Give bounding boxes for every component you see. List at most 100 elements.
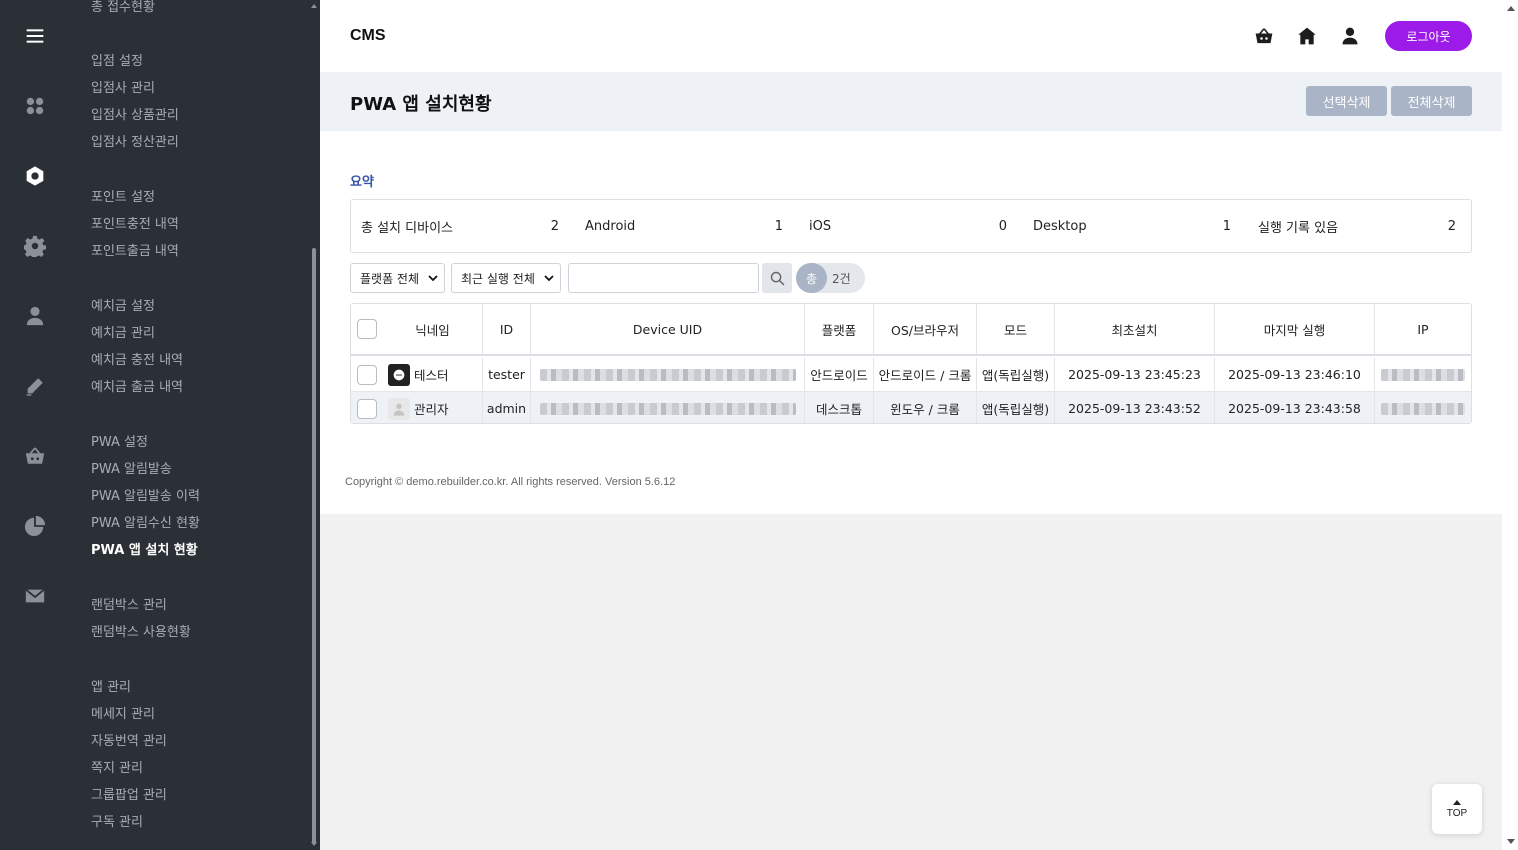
menu-item[interactable]: 포인트충전 내역 (91, 213, 179, 232)
column-header[interactable]: 마지막 실행 (1215, 304, 1375, 354)
redacted-ip (1381, 368, 1465, 381)
avatar (388, 397, 410, 420)
summary-ios: iOS 0 (809, 200, 1007, 252)
basket-icon[interactable] (1254, 26, 1274, 46)
menu-item[interactable]: 예치금 관리 (91, 322, 155, 341)
summary-label: iOS (809, 218, 832, 234)
menu-item[interactable]: 예치금 충전 내역 (91, 349, 183, 368)
last-run: 2025-09-13 23:46:10 (1215, 358, 1375, 391)
summary-value: 0 (998, 218, 1007, 234)
page-title: PWA 앱 설치현황 (350, 94, 492, 115)
redacted-ip (1381, 402, 1465, 415)
scrollbar-thumb[interactable] (312, 248, 316, 844)
menu-item[interactable]: 예치금 설정 (91, 295, 155, 314)
menu-item[interactable]: 입점사 상품관리 (91, 104, 179, 123)
apps-icon[interactable] (22, 93, 48, 119)
recent-run-select-value: 최근 실행 전체 (461, 271, 535, 286)
menu-item[interactable]: PWA 설정 (91, 431, 148, 450)
row-checkbox[interactable] (357, 364, 377, 385)
device-uid-cell (531, 358, 805, 391)
mode: 앱(독립실행) (977, 358, 1055, 391)
scroll-down-arrow[interactable] (311, 842, 317, 846)
mail-icon[interactable] (22, 583, 48, 609)
gear-icon[interactable] (22, 233, 48, 259)
redacted-device-uid (539, 402, 796, 415)
pie-chart-icon[interactable] (22, 513, 48, 539)
column-header[interactable]: OS/브라우저 (874, 304, 977, 354)
menu-item[interactable]: 앱 관리 (91, 676, 131, 695)
total-count-badge: 총 2건 (796, 263, 865, 293)
column-header[interactable]: 플랫폼 (805, 304, 874, 354)
search-button[interactable] (762, 263, 792, 293)
delete-selected-button[interactable]: 선택삭제 (1306, 86, 1387, 116)
menu-item[interactable]: 입점사 관리 (91, 77, 155, 96)
menu-item[interactable]: 입점사 정산관리 (91, 131, 179, 150)
table-row[interactable]: 테스터 tester 안드로이드 안드로이드 / 크롬 앱(독립실행) 2025… (351, 358, 1471, 392)
menu-item[interactable]: 포인트출금 내역 (91, 240, 179, 259)
scroll-to-top-button[interactable]: TOP (1432, 784, 1482, 834)
summary-box: 총 설치 디바이스 2 Android 1 iOS 0 Desktop 1 실행… (350, 199, 1472, 253)
menu-item[interactable]: PWA 알림발송 이력 (91, 485, 200, 504)
person-icon[interactable] (22, 303, 48, 329)
nickname: 테스터 (414, 368, 449, 383)
delete-all-button[interactable]: 전체삭제 (1391, 86, 1472, 116)
menu-item[interactable]: PWA 알림발송 (91, 458, 172, 477)
search-input[interactable] (568, 263, 759, 293)
column-header[interactable]: 닉네임 (383, 304, 483, 354)
menu-item[interactable]: 랜덤박스 관리 (91, 594, 167, 613)
scroll-down-arrow[interactable] (1507, 839, 1515, 844)
summary-android: Android 1 (585, 200, 783, 252)
menu-item[interactable]: PWA 알림수신 현황 (91, 512, 200, 531)
page-scrollbar[interactable] (1502, 0, 1518, 850)
summary-value: 2 (1447, 218, 1456, 234)
chevron-down-icon (544, 275, 554, 282)
menu-item[interactable]: 구독 관리 (91, 811, 143, 830)
menu-item[interactable]: 메세지 관리 (91, 703, 155, 722)
column-header[interactable]: Device UID (531, 304, 805, 354)
os-browser: 윈도우 / 크롬 (874, 392, 977, 423)
home-icon[interactable] (1297, 26, 1317, 46)
select-all-checkbox[interactable] (357, 319, 377, 339)
summary-desktop: Desktop 1 (1033, 200, 1231, 252)
scroll-up-arrow[interactable] (311, 4, 317, 8)
menu-icon[interactable] (22, 23, 48, 49)
menu-item[interactable]: 쪽지 관리 (91, 757, 143, 776)
user-id: admin (483, 392, 531, 423)
menu-item[interactable]: 입점 설정 (91, 50, 143, 69)
chat-bubble-icon (393, 369, 405, 380)
platform-select[interactable]: 플랫폼 전체 (350, 263, 445, 293)
device-uid-cell (531, 392, 805, 423)
summary-value: 2 (550, 218, 559, 234)
menu-item[interactable]: 총 접수현황 (91, 0, 155, 15)
user-id: tester (483, 358, 531, 391)
user-icon[interactable] (1340, 26, 1360, 46)
menu-item[interactable]: 자동번역 관리 (91, 730, 167, 749)
default-user-icon (393, 403, 405, 416)
scroll-up-arrow[interactable] (1507, 6, 1515, 11)
row-checkbox[interactable] (357, 398, 377, 419)
summary-value: 1 (1222, 218, 1231, 234)
logout-button[interactable]: 로그아웃 (1385, 21, 1472, 51)
nickname-cell: 관리자 (383, 392, 483, 423)
column-header[interactable]: 최초설치 (1055, 304, 1215, 354)
search-icon (770, 271, 784, 285)
column-header[interactable]: IP (1375, 304, 1471, 354)
basket-icon[interactable] (22, 443, 48, 469)
side-menu: 총 접수현황 입점 설정 입점사 관리 입점사 상품관리 입점사 정산관리 포인… (70, 0, 320, 850)
menu-item[interactable]: 포인트 설정 (91, 186, 155, 205)
menu-item[interactable]: 예치금 출금 내역 (91, 376, 183, 395)
menu-scrollbar[interactable] (310, 0, 318, 850)
recent-run-select[interactable]: 최근 실행 전체 (451, 263, 561, 293)
summary-heading: 요약 (350, 175, 374, 190)
column-header[interactable]: 모드 (977, 304, 1055, 354)
row-checkbox-cell (351, 392, 383, 423)
menu-item[interactable]: 그룹팝업 관리 (91, 784, 167, 803)
menu-item-active[interactable]: PWA 앱 설치 현황 (91, 539, 198, 558)
circle-dot-icon[interactable] (22, 163, 48, 189)
table-row[interactable]: 관리자 admin 데스크톱 윈도우 / 크롬 앱(독립실행) 2025-09-… (351, 392, 1471, 423)
pencil-icon[interactable] (22, 373, 48, 399)
ip-cell (1375, 392, 1471, 423)
column-header[interactable]: ID (483, 304, 531, 354)
brand-title[interactable]: CMS (350, 27, 386, 45)
menu-item[interactable]: 랜덤박스 사용현황 (91, 621, 191, 640)
